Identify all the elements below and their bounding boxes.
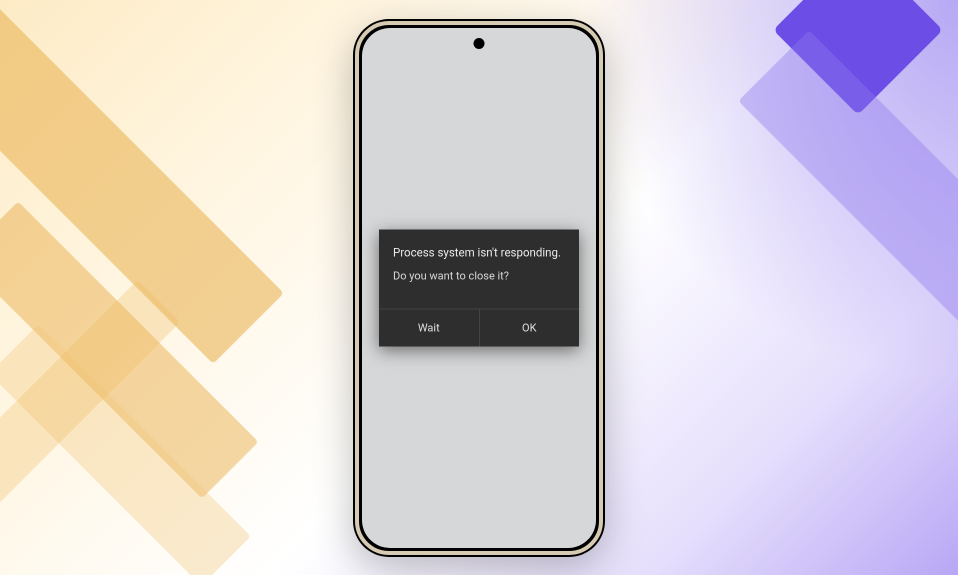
wait-button[interactable]: Wait: [379, 309, 480, 346]
dialog-title: Process system isn't responding.: [393, 245, 565, 259]
phone-screen: Process system isn't responding. Do you …: [362, 28, 596, 548]
dialog-message: Do you want to close it?: [393, 269, 565, 282]
phone-mockup: Process system isn't responding. Do you …: [353, 19, 605, 557]
dialog-button-row: Wait OK: [379, 308, 579, 346]
ok-button[interactable]: OK: [480, 309, 580, 346]
phone-camera-icon: [474, 38, 485, 49]
dialog-body: Process system isn't responding. Do you …: [379, 229, 579, 296]
system-dialog: Process system isn't responding. Do you …: [379, 229, 579, 346]
